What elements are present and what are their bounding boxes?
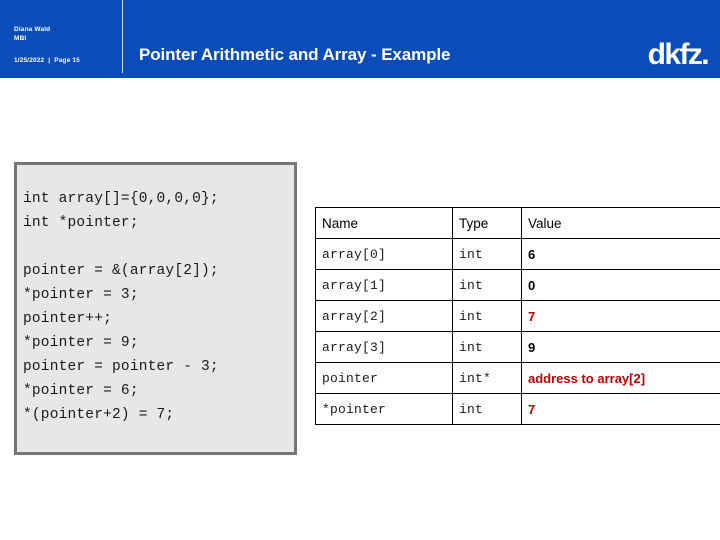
cell-variable-value: 0: [521, 269, 720, 301]
table-row: array[2] int 7: [315, 300, 720, 332]
variable-state-table: Name Type Value array[0] int 6 array[1] int 0…: [315, 207, 720, 425]
column-header-value: Value: [521, 207, 720, 239]
cell-variable-name: array[0]: [315, 238, 453, 270]
cell-variable-value: address to array[2]: [521, 362, 720, 394]
cell-variable-value: 9: [521, 331, 720, 363]
dkfz-logo-text: dkfz.: [647, 38, 710, 71]
table-row: array[3] int 9: [315, 331, 720, 363]
cell-variable-type: int*: [452, 362, 522, 394]
table-row: array[1] int 0: [315, 269, 720, 301]
cell-variable-value: 7: [521, 393, 720, 425]
column-header-type: Type: [452, 207, 522, 239]
code-block: int array[]={0,0,0,0}; int *pointer; poi…: [14, 162, 297, 455]
column-header-name: Name: [315, 207, 453, 239]
slide-datebar: 1/25/2022 | Page 15: [14, 57, 80, 64]
table-body: array[0] int 6 array[1] int 0 array[2] int 7 arra…: [315, 238, 720, 425]
datebar-separator: |: [48, 57, 51, 64]
header-divider: [122, 0, 123, 73]
dkfz-logo: dkfz.: [647, 38, 710, 71]
cell-variable-value: 6: [521, 238, 720, 270]
table-header-row: Name Type Value: [315, 207, 720, 239]
slide-date: 1/25/2022: [14, 57, 45, 64]
slide-page-number: Page 15: [54, 57, 80, 64]
presenter-meta: Diana Wald MBI: [14, 25, 119, 43]
cell-variable-name: array[2]: [315, 300, 453, 332]
presenter-name: Diana Wald: [14, 26, 51, 33]
slide-header: Diana Wald MBI 1/25/2022 | Page 15 Pointer…: [0, 0, 720, 78]
cell-variable-name: pointer: [315, 362, 453, 394]
table-row: *pointer int 7: [315, 393, 720, 425]
cell-variable-value: 7: [521, 300, 720, 332]
cell-variable-type: int: [452, 238, 522, 270]
cell-variable-type: int: [452, 331, 522, 363]
page-title: Pointer Arithmetic and Array - Example: [139, 45, 451, 64]
presenter-department: MBI: [14, 35, 27, 42]
code-snippet: int array[]={0,0,0,0}; int *pointer; poi…: [23, 190, 219, 423]
cell-variable-name: array[1]: [315, 269, 453, 301]
cell-variable-type: int: [452, 300, 522, 332]
cell-variable-name: array[3]: [315, 331, 453, 363]
table-row: pointer int* address to array[2]: [315, 362, 720, 394]
cell-variable-type: int: [452, 393, 522, 425]
table-row: array[0] int 6: [315, 238, 720, 270]
cell-variable-name: *pointer: [315, 393, 453, 425]
cell-variable-type: int: [452, 269, 522, 301]
